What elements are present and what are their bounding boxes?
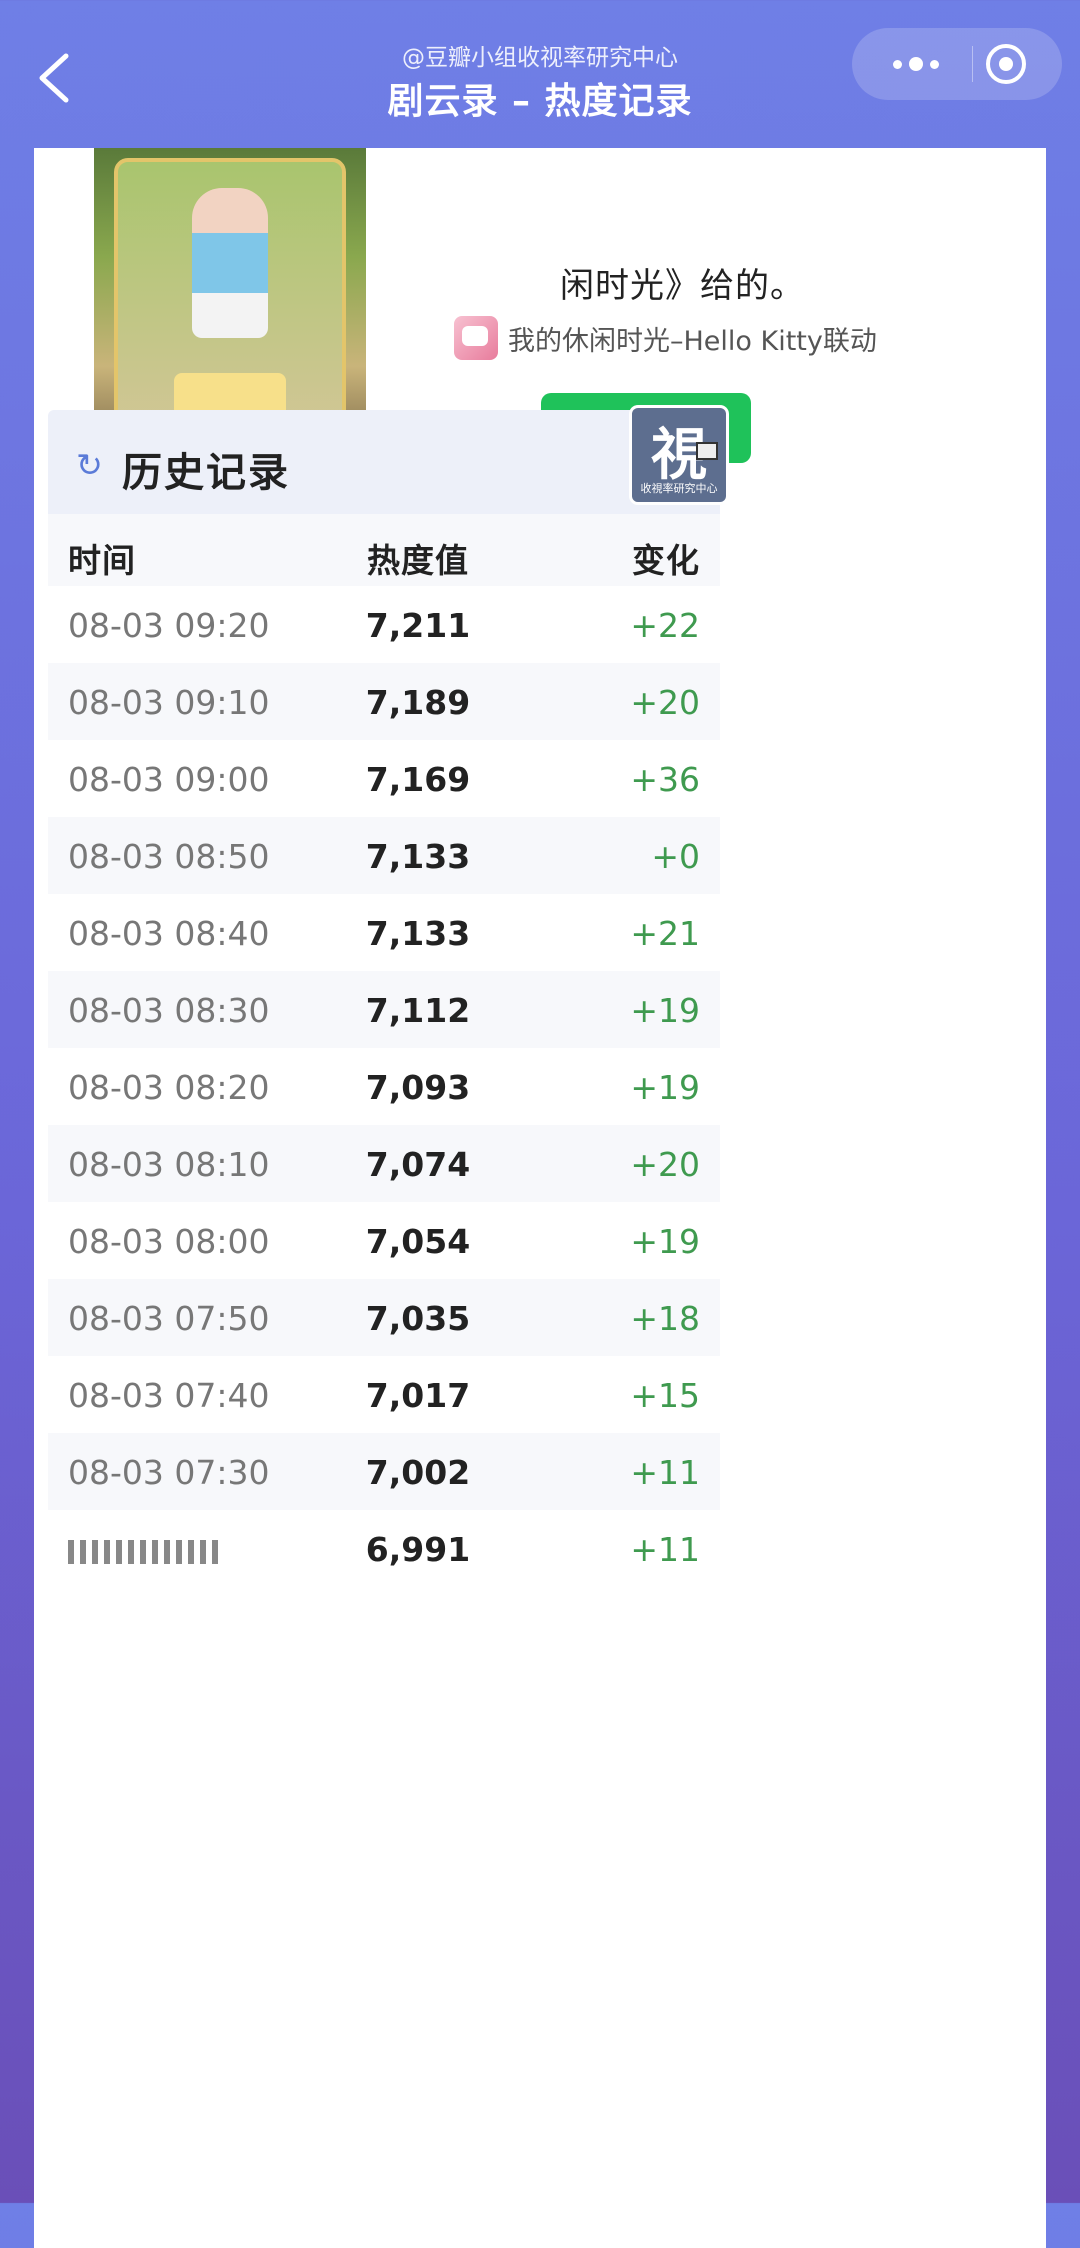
row-value: 7,169 [365, 760, 471, 799]
history-header: ↻ 历史记录 [48, 410, 720, 514]
row-change: +19 [630, 1068, 700, 1107]
nav-bar: @豆瓣小组收视率研究中心 剧云录 – 热度记录 [0, 0, 1080, 150]
row-value: 7,112 [365, 991, 471, 1030]
table-row: 08-03 09:00 7,169 +36 [48, 740, 720, 817]
obscured-time [68, 1539, 218, 1564]
table-row: 08-03 08:50 7,133 +0 [48, 817, 720, 894]
tv-icon [696, 442, 718, 460]
row-value: 7,035 [365, 1299, 471, 1338]
column-time: 时间 [68, 541, 136, 580]
row-time: 08-03 08:10 [68, 1145, 270, 1184]
row-change: +0 [651, 837, 700, 876]
row-value: 7,074 [365, 1145, 471, 1184]
table-row: 08-03 09:20 7,211 +22 [48, 586, 720, 663]
table-row: 08-03 07:50 7,035 +18 [48, 1279, 720, 1356]
capsule-divider [972, 46, 973, 82]
row-change: +21 [630, 914, 700, 953]
row-value: 7,002 [365, 1453, 471, 1492]
row-value: 7,093 [365, 1068, 471, 1107]
row-time: 08-03 09:20 [68, 606, 270, 645]
row-time: 08-03 07:30 [68, 1453, 270, 1492]
row-change: +18 [630, 1299, 700, 1338]
close-circle-icon[interactable] [986, 44, 1026, 84]
row-value: 7,054 [365, 1222, 471, 1261]
row-change: +36 [630, 760, 700, 799]
row-change: +20 [630, 1145, 700, 1184]
content-card: 闲时光》给的。 我的休闲时光–Hello Kitty联动 立即下载 ↻ 历史记录… [34, 148, 1046, 2248]
table-row: 08-03 08:30 7,112 +19 [48, 971, 720, 1048]
row-value: 7,133 [365, 914, 471, 953]
table-row: 6,991 +11 [48, 1510, 720, 1587]
row-change: +19 [630, 991, 700, 1030]
row-time [68, 1530, 218, 1569]
table-row: 08-03 07:30 7,002 +11 [48, 1433, 720, 1510]
column-value: 热度值 [367, 541, 469, 580]
row-change: +22 [630, 606, 700, 645]
ad-source-label: 我的休闲时光–Hello Kitty联动 [508, 325, 877, 357]
row-time: 08-03 09:10 [68, 683, 270, 722]
row-time: 08-03 08:50 [68, 837, 270, 876]
row-time: 08-03 08:20 [68, 1068, 270, 1107]
row-time: 08-03 09:00 [68, 760, 270, 799]
table-row: 08-03 08:40 7,133 +21 [48, 894, 720, 971]
watermark-caption: 收視率研究中心 [640, 482, 718, 495]
watermark-logo: 視 收視率研究中心 [632, 408, 726, 502]
more-icon[interactable] [876, 28, 956, 100]
row-time: 08-03 08:40 [68, 914, 270, 953]
table-row: 08-03 09:10 7,189 +20 [48, 663, 720, 740]
row-value: 7,133 [365, 837, 471, 876]
table-row: 08-03 08:10 7,074 +20 [48, 1125, 720, 1202]
row-time: 08-03 08:00 [68, 1222, 270, 1261]
row-time: 08-03 07:40 [68, 1376, 270, 1415]
column-change: 变化 [632, 541, 700, 580]
row-change: +19 [630, 1222, 700, 1261]
row-value: 7,189 [365, 683, 471, 722]
row-time: 08-03 08:30 [68, 991, 270, 1030]
row-change: +11 [630, 1530, 700, 1569]
row-value: 7,017 [365, 1376, 471, 1415]
table-row: 08-03 08:00 7,054 +19 [48, 1202, 720, 1279]
refresh-icon[interactable]: ↻ [76, 446, 103, 484]
history-title: 历史记录 [122, 450, 290, 496]
mini-program-capsule [852, 28, 1062, 100]
row-value: 7,211 [365, 606, 471, 645]
table-row: 08-03 08:20 7,093 +19 [48, 1048, 720, 1125]
row-time: 08-03 07:50 [68, 1299, 270, 1338]
ad-title: 闲时光》给的。 [560, 266, 805, 306]
ad-source: 我的休闲时光–Hello Kitty联动 [454, 316, 877, 360]
table-row: 08-03 07:40 7,017 +15 [48, 1356, 720, 1433]
table-header: 时间 热度值 变化 [48, 514, 720, 586]
history-table: 时间 热度值 变化 08-03 09:20 7,211 +22 08-03 09:10… [48, 514, 720, 1587]
row-change: +20 [630, 683, 700, 722]
row-change: +11 [630, 1453, 700, 1492]
row-value: 6,991 [365, 1530, 471, 1569]
ad-character [192, 188, 268, 338]
row-change: +15 [630, 1376, 700, 1415]
app-icon [454, 316, 498, 360]
